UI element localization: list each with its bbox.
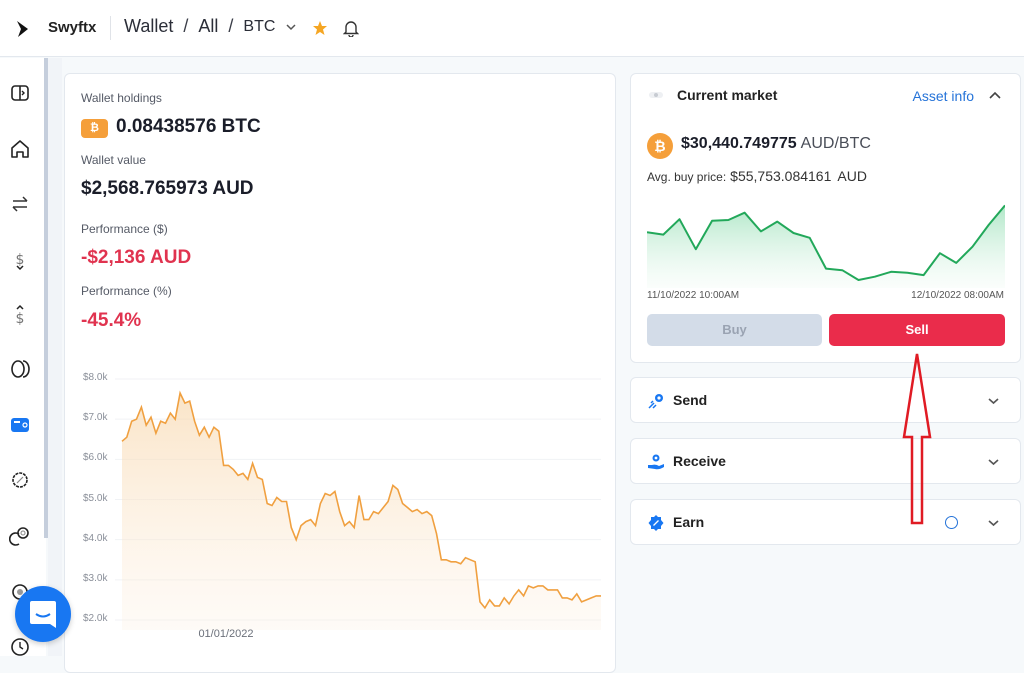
top-bar: Swyftx Wallet / All / BTC <box>0 0 1024 57</box>
market-chart-start-label: 11/10/2022 10:00AM <box>647 290 740 301</box>
x-tick-label: 01/01/2022 <box>198 628 254 640</box>
chevron-down-icon[interactable] <box>987 396 1000 406</box>
wallet-chart-svg <box>115 378 601 630</box>
btc-coin-icon: ₿ <box>647 133 673 159</box>
wallet-holdings-value: 0.08438576 BTC <box>116 116 261 137</box>
deposit-icon[interactable]: $ <box>9 249 31 271</box>
avg-buy-label: Avg. buy price: <box>647 170 727 184</box>
asset-info-link[interactable]: Asset info <box>913 88 974 104</box>
home-icon[interactable] <box>9 138 31 160</box>
sidebar-toggle-icon[interactable] <box>9 82 31 104</box>
sell-button[interactable]: Sell <box>829 314 1005 346</box>
send-label: Send <box>673 392 708 408</box>
breadcrumb-separator: / <box>228 16 234 36</box>
swap-icon[interactable] <box>9 193 31 215</box>
live-indicator-icon <box>649 92 663 98</box>
buy-button[interactable]: Buy <box>647 314 822 346</box>
earn-icon[interactable] <box>8 525 31 547</box>
sidebar: $ $ <box>0 58 46 656</box>
performance-dollar-value: -$2,136 AUD <box>81 247 192 268</box>
market-price-unit: AUD/BTC <box>800 135 871 152</box>
y-tick-label: $2.0k <box>83 613 108 624</box>
btc-coin-icon: ₿ <box>81 119 108 138</box>
info-icon[interactable] <box>945 516 958 529</box>
sidebar-scroll-track <box>48 58 62 656</box>
divider <box>110 16 111 40</box>
avg-buy-price: Avg. buy price: $55,753.084161 AUD <box>647 168 867 184</box>
svg-text:$: $ <box>16 252 25 268</box>
chevron-down-icon[interactable] <box>285 21 297 33</box>
earn-accordion[interactable]: Earn <box>630 499 1021 545</box>
bell-icon[interactable] <box>343 19 359 37</box>
assets-icon[interactable] <box>9 358 31 380</box>
breadcrumb-all[interactable]: All <box>198 16 218 37</box>
y-tick-label: $4.0k <box>83 532 108 544</box>
breadcrumb-separator: / <box>183 16 189 36</box>
send-accordion[interactable]: Send <box>630 377 1021 423</box>
wallet-value: $2,568.765973 AUD <box>81 178 254 199</box>
wallet-summary-card: Wallet holdings ₿ 0.08438576 BTC Wallet … <box>64 73 616 673</box>
market-price: $30,440.749775 AUD/BTC <box>681 135 871 153</box>
avg-buy-value: $55,753.084161 <box>730 168 832 184</box>
y-tick-label: $3.0k <box>83 572 108 584</box>
star-icon[interactable] <box>312 20 328 36</box>
chevron-down-icon[interactable] <box>987 518 1000 528</box>
y-tick-label: $6.0k <box>83 452 108 464</box>
earn-badge-icon <box>648 515 664 531</box>
market-price-value: $30,440.749775 <box>681 135 797 152</box>
receive-accordion[interactable]: Receive <box>630 438 1021 484</box>
current-market-title: Current market <box>677 87 778 103</box>
send-icon <box>648 394 663 409</box>
y-tick-label: $7.0k <box>83 412 108 424</box>
brand-name[interactable]: Swyftx <box>48 19 96 36</box>
breadcrumb-btc[interactable]: BTC <box>243 18 275 36</box>
receive-label: Receive <box>673 453 726 469</box>
wallet-value-label: Wallet value <box>81 153 146 167</box>
breadcrumb: Wallet / All / BTC <box>124 16 297 37</box>
wallet-holdings-label: Wallet holdings <box>81 91 162 105</box>
avg-buy-unit: AUD <box>837 168 867 184</box>
svg-text:$: $ <box>16 311 25 326</box>
performance-percent-label: Performance (%) <box>81 284 172 298</box>
wallet-icon[interactable] <box>9 414 31 436</box>
y-tick-label: $5.0k <box>83 492 108 504</box>
breadcrumb-wallet[interactable]: Wallet <box>124 16 173 37</box>
performance-dollar-label: Performance ($) <box>81 222 168 236</box>
wallet-value-chart[interactable]: $8.0k $7.0k $6.0k $5.0k $4.0k $3.0k $2.0k 01/0… <box>65 364 617 664</box>
chevron-up-icon[interactable] <box>988 90 1002 102</box>
market-chart-area <box>647 205 1005 288</box>
explore-icon[interactable] <box>9 469 31 491</box>
earn-label: Earn <box>673 514 705 530</box>
receive-icon <box>648 454 664 470</box>
performance-percent-value: -45.4% <box>81 310 142 331</box>
market-chart-end-label: 12/10/2022 08:00AM <box>911 290 1004 301</box>
chat-icon <box>30 601 56 628</box>
market-price-chart[interactable] <box>647 198 1005 288</box>
swyftx-logo-icon[interactable] <box>14 19 32 39</box>
support-chat-button[interactable] <box>15 586 71 642</box>
withdraw-icon[interactable]: $ <box>9 304 31 327</box>
annotation-arrow-icon <box>902 353 932 525</box>
y-tick-label: $8.0k <box>83 372 108 383</box>
chevron-down-icon[interactable] <box>987 457 1000 467</box>
current-market-card: Current market Asset info ₿ $30,440.7497… <box>630 73 1021 363</box>
